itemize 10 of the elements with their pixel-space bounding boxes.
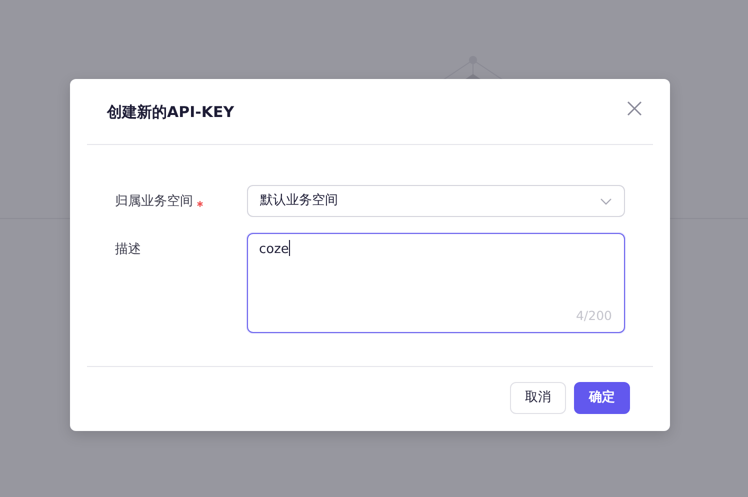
field-label: 描述 — [115, 241, 141, 259]
close-button[interactable] — [626, 100, 643, 117]
chevron-down-icon — [600, 198, 612, 204]
textarea-field[interactable]: coze 4/200 — [247, 233, 625, 333]
cancel-button[interactable]: 取消 — [510, 382, 566, 414]
select-field[interactable]: 默认业务空间 — [247, 185, 625, 217]
character-counter: 4/200 — [576, 307, 612, 326]
dialog-title: 创建新的API-KEY — [107, 102, 234, 123]
confirm-button[interactable]: 确定 — [574, 382, 630, 414]
field-label: 归属业务空间 — [115, 193, 193, 211]
